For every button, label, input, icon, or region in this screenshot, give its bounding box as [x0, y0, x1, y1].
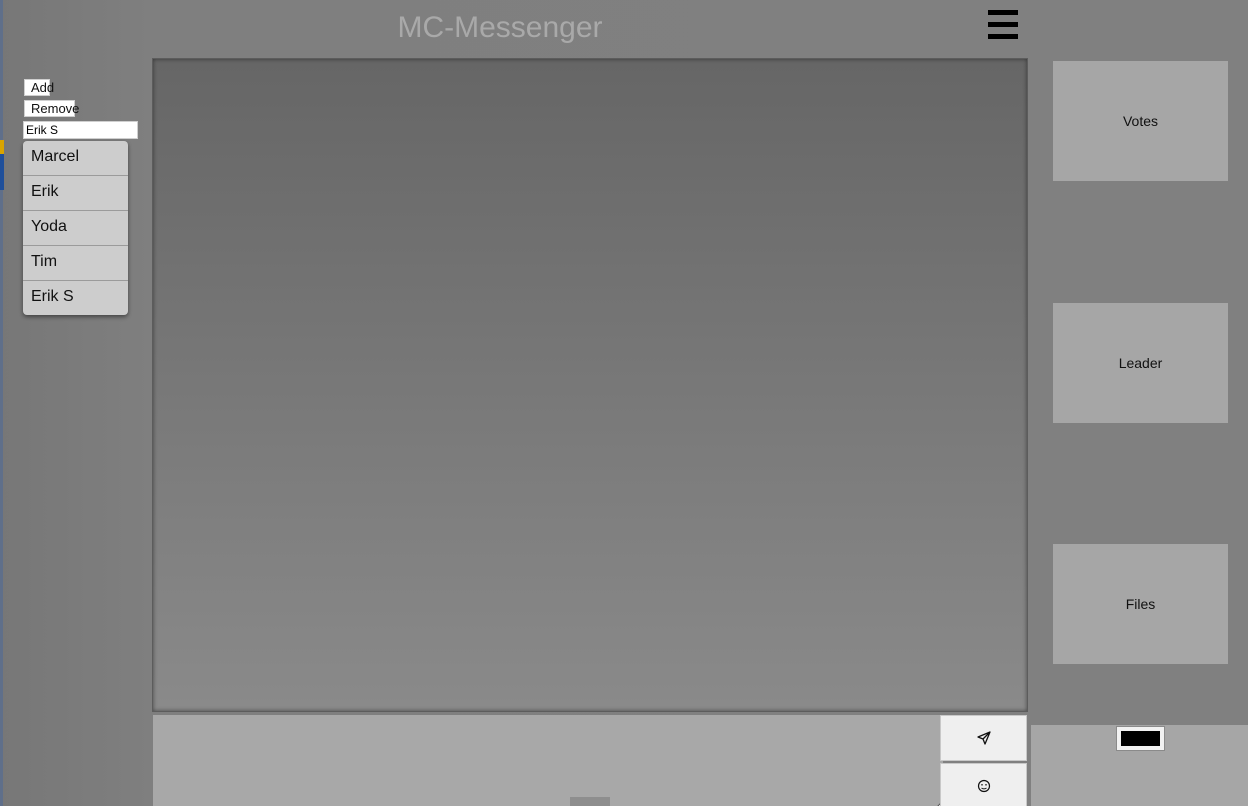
user-list-item[interactable]: Erik — [23, 176, 128, 211]
user-list-item[interactable]: Yoda — [23, 211, 128, 246]
votes-panel[interactable]: Votes — [1053, 61, 1228, 181]
hamburger-menu-icon[interactable] — [985, 8, 1021, 42]
app-title: MC-Messenger — [397, 11, 603, 44]
user-list: Marcel Erik Yoda Tim Erik S — [23, 141, 128, 315]
message-input[interactable] — [153, 715, 943, 806]
files-label: Files — [1125, 596, 1156, 612]
user-list-item[interactable]: Tim — [23, 246, 128, 281]
window-edge-marker-accent — [0, 140, 4, 154]
color-picker[interactable] — [1116, 726, 1165, 751]
menu-bar — [988, 34, 1018, 39]
emoji-button[interactable] — [940, 763, 1027, 806]
user-name-input[interactable] — [23, 121, 138, 139]
chat-messages-area[interactable] — [152, 58, 1028, 712]
user-list-item[interactable]: Erik S — [23, 281, 128, 315]
send-button[interactable] — [940, 715, 1027, 761]
leader-panel[interactable]: Leader — [1053, 303, 1228, 423]
files-panel[interactable]: Files — [1053, 544, 1228, 664]
menu-bar — [988, 10, 1018, 15]
resize-handle[interactable] — [570, 797, 610, 806]
smiley-face-icon — [977, 779, 990, 792]
votes-label: Votes — [1122, 113, 1159, 129]
leader-label: Leader — [1118, 355, 1163, 371]
color-swatch — [1121, 731, 1160, 746]
window-edge — [0, 0, 3, 806]
app-window: MC-Messenger Add Remove Marcel Erik Yoda… — [0, 0, 1248, 806]
add-user-button[interactable]: Add — [24, 79, 54, 96]
menu-bar — [988, 22, 1018, 27]
remove-user-button[interactable]: Remove — [24, 100, 79, 117]
paper-plane-icon — [976, 731, 991, 745]
user-list-item[interactable]: Marcel — [23, 141, 128, 176]
